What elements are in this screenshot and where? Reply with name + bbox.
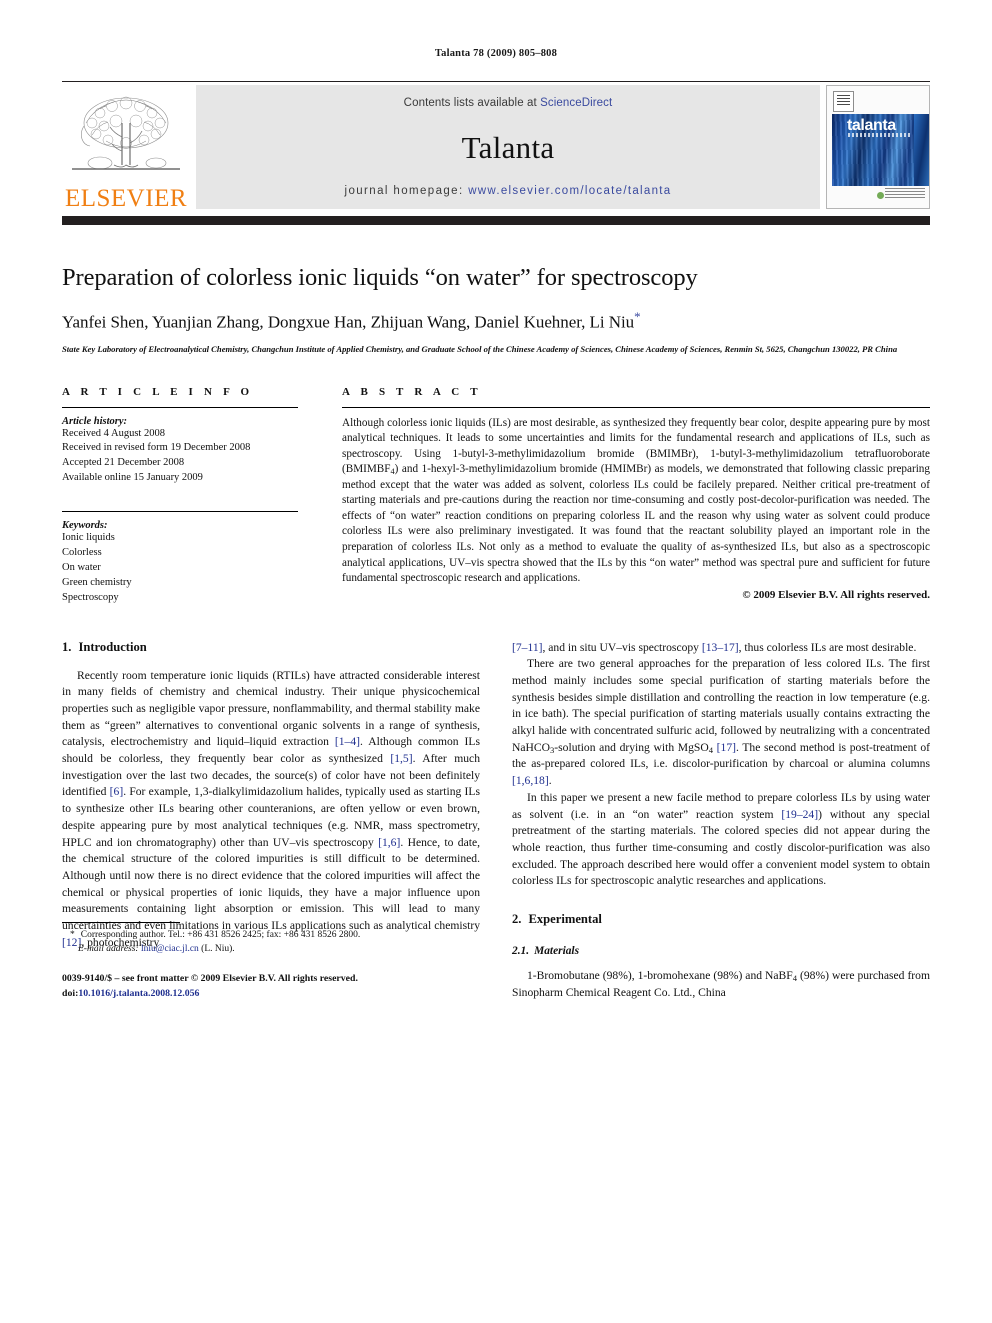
article-info-rule: [62, 406, 298, 408]
text-run: , thus colorless ILs are most desirable.: [738, 640, 917, 654]
intro-paragraph-1: Recently room temperature ionic liquids …: [62, 668, 480, 952]
corresponding-author-note: * Corresponding author. Tel.: +86 431 852…: [62, 929, 480, 943]
article-info-heading: A R T I C L E I N F O: [62, 385, 254, 398]
section-number: 1.: [62, 639, 72, 654]
journal-title: Talanta: [461, 129, 555, 165]
subsection-title: Materials: [534, 944, 580, 957]
journal-band: Contents lists available at ScienceDirec…: [196, 85, 820, 209]
body-column-left: 1. Introduction Recently room temperature…: [62, 640, 480, 1002]
citation-ref[interactable]: [7–11]: [512, 641, 542, 654]
abstract-text: Although colorless ionic liquids (ILs) a…: [342, 416, 930, 587]
homepage-prefix: journal homepage:: [344, 185, 469, 197]
abstract-column: A B S T R A C T Although colorless ionic…: [342, 386, 930, 606]
title-block: Preparation of colorless ionic liquids “…: [62, 263, 930, 356]
abstract-heading: A B S T R A C T: [342, 385, 482, 398]
cover-publisher-mark-icon: [833, 91, 854, 112]
doi-link[interactable]: 10.1016/j.talanta.2008.12.056: [78, 988, 199, 999]
email-link[interactable]: lniu@ciac.jl.cn: [141, 944, 199, 954]
section-heading-experimental: 2. Experimental: [512, 912, 930, 927]
elsevier-tree-icon: [72, 96, 180, 170]
email-label: E-mail address:: [78, 944, 139, 955]
citation-ref[interactable]: [13–17]: [702, 641, 739, 654]
history-item: Accepted 21 December 2008: [62, 457, 185, 469]
footnote-star: *: [70, 930, 75, 941]
text-run: , and in situ UV–vis spectroscopy: [542, 640, 702, 654]
corresponding-author-marker: *: [634, 309, 641, 325]
citation-ref[interactable]: [1–4]: [335, 735, 360, 748]
intro-paragraph-2: There are two general approaches for the…: [512, 656, 930, 790]
subsection-number: 2.1.: [512, 944, 530, 957]
body-column-right: [7–11], and in situ UV–vis spectroscopy …: [512, 640, 930, 1002]
history-item: Available online 15 January 2009: [62, 472, 203, 484]
keyword-item: On water: [62, 561, 101, 573]
footnote-contact-text: Corresponding author. Tel.: +86 431 8526…: [80, 930, 361, 941]
text-run: .: [548, 774, 552, 788]
citation-ref[interactable]: [17]: [717, 741, 736, 754]
article-info-column: A R T I C L E I N F O Article history: R…: [62, 386, 298, 606]
issn-copyright-block: 0039-9140/$ – see front matter © 2009 El…: [62, 972, 480, 1001]
cover-footer-lines: [885, 188, 925, 200]
info-abstract-row: A R T I C L E I N F O Article history: R…: [62, 386, 930, 606]
journal-masthead: ELSEVIER Contents lists available at Sci…: [62, 81, 930, 213]
author-names: Yanfei Shen, Yuanjian Zhang, Dongxue Han…: [62, 313, 635, 333]
keyword-item: Spectroscopy: [62, 591, 119, 603]
section-heading-introduction: 1. Introduction: [62, 640, 480, 655]
journal-cover-thumbnail: talanta: [826, 85, 930, 209]
journal-homepage-line: journal homepage: www.elsevier.com/locat…: [345, 185, 672, 197]
page-title: Preparation of colorless ionic liquids “…: [62, 264, 698, 291]
sciencedirect-link[interactable]: ScienceDirect: [540, 97, 612, 109]
abstract-part-2: ) and 1-hexyl-3-methylimidazolium bromid…: [342, 463, 930, 585]
author-list: Yanfei Shen, Yuanjian Zhang, Dongxue Han…: [62, 309, 930, 333]
doi-label: doi:: [62, 987, 79, 999]
text-run: -solution and drying with MgSO: [554, 740, 709, 754]
citation-ref[interactable]: [1,6,18]: [512, 774, 549, 787]
keywords-rule: [62, 511, 298, 513]
affiliation: State Key Laboratory of Electroanalytica…: [62, 344, 898, 355]
text-run: There are two general approaches for the…: [512, 657, 930, 754]
cover-subtitle-lines: [848, 133, 910, 137]
keyword-item: Ionic liquids: [62, 532, 115, 544]
masthead-divider: [62, 216, 930, 225]
subsection-heading-materials: 2.1. Materials: [512, 945, 930, 957]
keyword-item: Green chemistry: [62, 576, 132, 588]
abstract-copyright: © 2009 Elsevier B.V. All rights reserved…: [742, 588, 930, 601]
citation-ref[interactable]: [1,5]: [390, 752, 412, 765]
intro-paragraph-1-continued: [7–11], and in situ UV–vis spectroscopy …: [512, 640, 930, 657]
contents-prefix: Contents lists available at: [403, 97, 541, 109]
doi-line: doi:10.1016/j.talanta.2008.12.056: [62, 987, 480, 1002]
citation-ref[interactable]: [1,6]: [378, 836, 400, 849]
cover-artwork-edge: [914, 114, 929, 186]
text-run: . Hence, to date, the chemical structure…: [62, 835, 480, 932]
contents-available-line: Contents lists available at ScienceDirec…: [404, 97, 613, 109]
body-columns: 1. Introduction Recently room temperature…: [62, 640, 930, 1002]
text-run: 1-Bromobutane (98%), 1-bromohexane (98%)…: [527, 968, 793, 982]
elsevier-wordmark: ELSEVIER: [64, 185, 188, 212]
footnote-rule: [62, 922, 180, 924]
keywords-label: Keywords:: [62, 520, 108, 532]
history-item: Received 4 August 2008: [62, 427, 165, 439]
elsevier-logo: ELSEVIER: [62, 83, 190, 213]
running-head: Talanta 78 (2009) 805–808: [434, 48, 558, 59]
issn-line: 0039-9140/$ – see front matter © 2009 El…: [62, 972, 358, 984]
email-note: E-mail address: lniu@ciac.jl.cn (L. Niu)…: [62, 943, 480, 957]
section-title: Introduction: [78, 639, 147, 654]
history-item: Received in revised form 19 December 200…: [62, 442, 251, 454]
page-content: Talanta 78 (2009) 805–808 ELSEVIER Conte…: [62, 0, 930, 1001]
section-title: Experimental: [528, 911, 602, 926]
citation-ref[interactable]: [6]: [110, 785, 124, 798]
intro-paragraph-3: In this paper we present a new facile me…: [512, 790, 930, 890]
email-suffix: (L. Niu).: [198, 944, 235, 955]
materials-paragraph: 1-Bromobutane (98%), 1-bromohexane (98%)…: [512, 968, 930, 1001]
citation-ref[interactable]: [19–24]: [781, 808, 818, 821]
journal-homepage-link[interactable]: www.elsevier.com/locate/talanta: [468, 185, 671, 197]
journal-article-page: Talanta 78 (2009) 805–808 ELSEVIER Conte…: [0, 0, 992, 1323]
keyword-item: Colorless: [62, 547, 102, 559]
footnote-zone: * Corresponding author. Tel.: +86 431 852…: [62, 922, 480, 1001]
section-number: 2.: [512, 911, 522, 926]
abstract-rule: [342, 406, 930, 408]
article-history-label: Article history:: [62, 415, 128, 427]
cover-footer-logo-icon: [877, 192, 884, 199]
